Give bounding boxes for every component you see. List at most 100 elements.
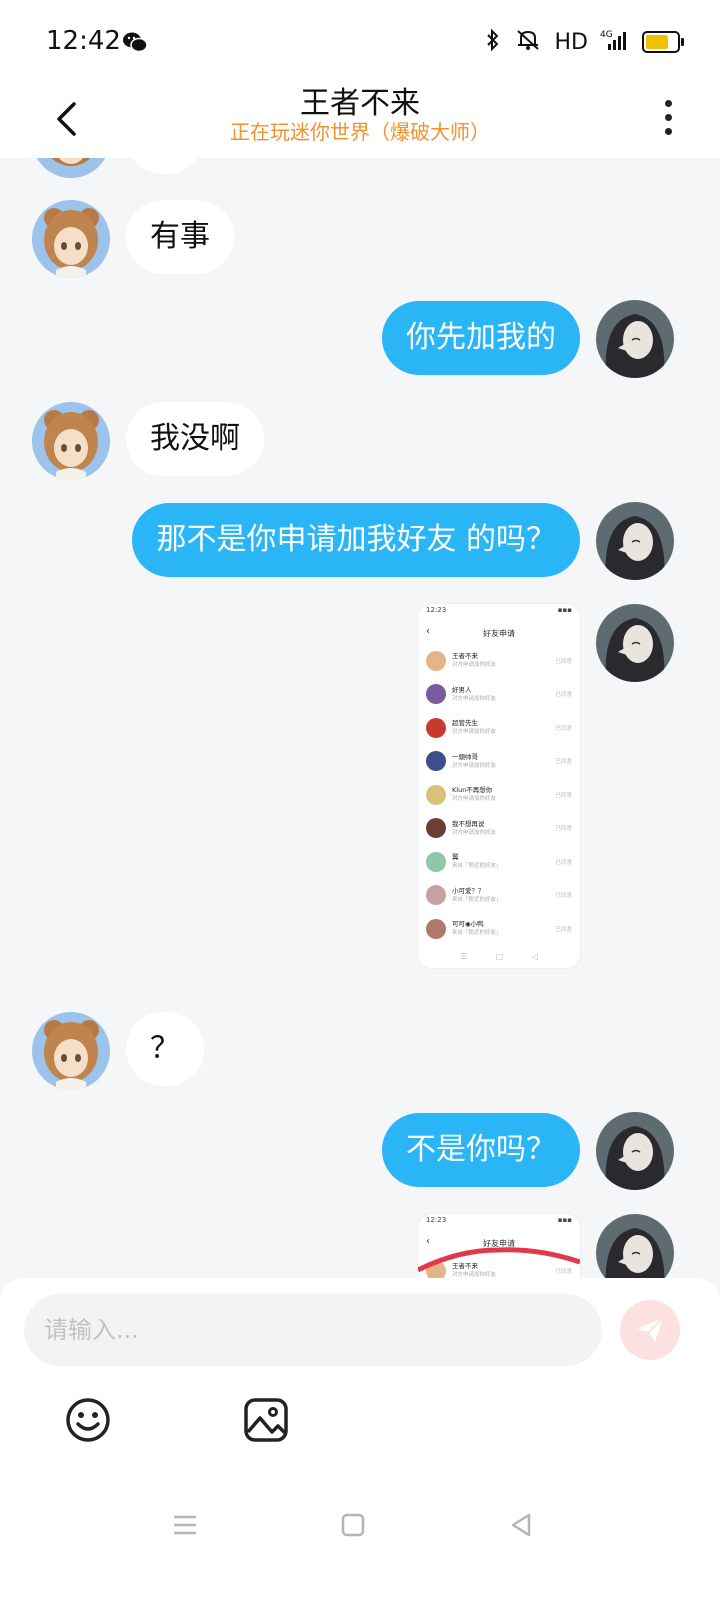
incoming-message-bubble[interactable]: 我没啊 (126, 402, 264, 476)
thumb-status: 已同意 (555, 725, 572, 732)
image-message[interactable]: 12:23 ▪▪▪ ‹ 好友申请 王者不来 对方申请加你好友 已同意 (418, 1214, 580, 1288)
more-dot-icon (664, 99, 672, 107)
smiley-icon (66, 1398, 110, 1442)
thumb-request-row: Klun不再想你 对方申请加你好友 已同意 (418, 778, 580, 812)
network-hd-label: HD (554, 29, 588, 55)
red-underline-annotation (418, 1247, 580, 1273)
thumb-status: 已同意 (555, 658, 572, 665)
send-plane-icon (637, 1317, 664, 1342)
thumb-name: 好男人 (452, 685, 472, 694)
thumb-sub: 对方申请加你好友 (452, 796, 497, 803)
thumb-status: 已同意 (555, 759, 572, 766)
thumb-status-bar: 12:23 ▪▪▪ (418, 1214, 580, 1232)
thumb-nav-bar: ☰ □ ◁ (460, 952, 538, 961)
my-avatar[interactable] (596, 604, 674, 682)
thumb-back-icon: ‹ (426, 626, 430, 637)
system-navigation-bar (0, 1500, 720, 1550)
triangle-back-icon (511, 1513, 531, 1537)
more-options-button[interactable] (656, 92, 680, 142)
my-avatar[interactable] (596, 502, 674, 580)
thumb-sub: 来自「附近的好友」 (452, 863, 502, 870)
status-icons: HD 4G (485, 28, 684, 56)
thumb-header: ‹ 好友申请 (418, 622, 580, 644)
thumb-name: 翼 (452, 853, 459, 862)
svg-text:4G: 4G (600, 30, 613, 40)
thumb-avatar (426, 818, 446, 839)
thumb-sub: 对方申请加你好友 (452, 695, 497, 702)
thumb-name: 可可◉小鸭 (452, 920, 484, 929)
thumb-status-bar: 12:23 ▪▪▪ (418, 604, 580, 622)
outgoing-message-bubble[interactable]: 不是你吗？ (382, 1113, 580, 1187)
message-list[interactable]: 有事 你先加我的 我没啊 那不是你申请加我好友 的吗？ 12:23 ▪▪▪ ‹ … (0, 158, 720, 1303)
incoming-message-bubble[interactable] (126, 158, 204, 174)
home-button[interactable] (328, 1500, 378, 1550)
thumb-request-row: 好男人 对方申请加你好友 已同意 (418, 678, 580, 712)
incoming-message-bubble[interactable]: 有事 (126, 200, 234, 274)
chat-header: 王者不来 正在玩迷你世界（爆破大师） (0, 86, 720, 158)
bluetooth-icon (485, 28, 501, 56)
thumb-name: 小可爱？？ (452, 886, 485, 895)
thumb-name: 一頭帅哥 (452, 752, 478, 761)
thumb-avatar (426, 784, 446, 805)
thumb-status-icons: ▪▪▪ (557, 1216, 572, 1224)
thumb-sub: 来自「附近的好友」 (452, 896, 502, 903)
contact-avatar[interactable] (32, 402, 110, 480)
thumb-request-row: 超管先生 对方申请加你好友 已同意 (418, 711, 580, 745)
mute-icon (513, 28, 543, 56)
thumb-request-row: 我不想再说 对方申请加你好友 已同意 (418, 812, 580, 846)
contact-avatar[interactable] (32, 200, 110, 278)
contact-avatar[interactable] (32, 158, 110, 178)
send-button[interactable] (620, 1300, 680, 1360)
thumb-status: 已同意 (555, 792, 572, 799)
thumb-sub: 对方申请加你好友 (452, 829, 497, 836)
thumb-sub: 对方申请加你好友 (452, 662, 497, 669)
thumb-avatar (426, 851, 446, 872)
thumb-sub: 对方申请加你好友 (452, 729, 497, 736)
thumb-time: 12:23 (426, 606, 447, 614)
thumb-status: 已同意 (555, 926, 572, 933)
emoji-button[interactable] (64, 1396, 112, 1444)
thumb-time: 12:23 (426, 1216, 447, 1224)
outgoing-message-bubble[interactable]: 你先加我的 (382, 301, 580, 375)
thumb-name: Klun不再想你 (452, 786, 493, 795)
thumb-sub: 来自「附近的好友」 (452, 930, 502, 937)
composer-panel (0, 1278, 720, 1600)
contact-status: 正在玩迷你世界（爆破大师） (230, 120, 490, 144)
wechat-notification-icon (122, 30, 148, 58)
square-home-icon (341, 1513, 365, 1537)
thumb-title: 好友申请 (483, 628, 515, 638)
thumb-request-row: 翼来自「附近的好友」 已同意 (418, 845, 580, 879)
thumb-avatar (426, 684, 446, 705)
thumb-status: 已同意 (555, 826, 572, 833)
my-avatar[interactable] (596, 300, 674, 378)
thumb-request-row: 小可爱？？ 来自「附近的好友」 已同意 (418, 879, 580, 913)
image-icon (244, 1398, 288, 1442)
image-message[interactable]: 12:23 ▪▪▪ ‹ 好友申请 王者不来 对方申请加你好友 已同意 好男人 对方申请… (418, 604, 580, 968)
message-input[interactable] (24, 1294, 602, 1366)
thumb-status-icons: ▪▪▪ (557, 606, 572, 614)
thumb-request-row: 一頭帅哥 对方申请加你好友 已同意 (418, 745, 580, 779)
signal-4g-icon: 4G (600, 28, 630, 56)
thumb-sub: 对方申请加你好友 (452, 762, 497, 769)
status-time: 12:42 (46, 26, 121, 56)
thumb-avatar (426, 650, 446, 671)
battery-icon (642, 31, 684, 53)
thumb-request-row: 可可◉小鸭 来自「附近的好友」 已同意 (418, 912, 580, 946)
more-dot-icon (664, 113, 672, 121)
back-nav-button[interactable] (496, 1500, 546, 1550)
thumb-status: 已同意 (555, 692, 572, 699)
thumb-name: 我不想再说 (452, 819, 485, 828)
image-picker-button[interactable] (242, 1396, 290, 1444)
thumb-name: 王者不来 (452, 652, 478, 661)
thumb-status: 已同意 (555, 859, 572, 866)
menu-icon (174, 1515, 196, 1535)
thumb-request-row: 王者不来 对方申请加你好友 已同意 (418, 644, 580, 678)
outgoing-message-bubble[interactable]: 那不是你申请加我好友 的吗？ (132, 503, 580, 577)
thumb-status: 已同意 (555, 893, 572, 900)
contact-avatar[interactable] (32, 1012, 110, 1090)
my-avatar[interactable] (596, 1112, 674, 1190)
thumb-avatar (426, 918, 446, 939)
incoming-message-bubble[interactable]: ？ (126, 1012, 204, 1086)
recent-apps-button[interactable] (160, 1500, 210, 1550)
thumb-avatar (426, 751, 446, 772)
